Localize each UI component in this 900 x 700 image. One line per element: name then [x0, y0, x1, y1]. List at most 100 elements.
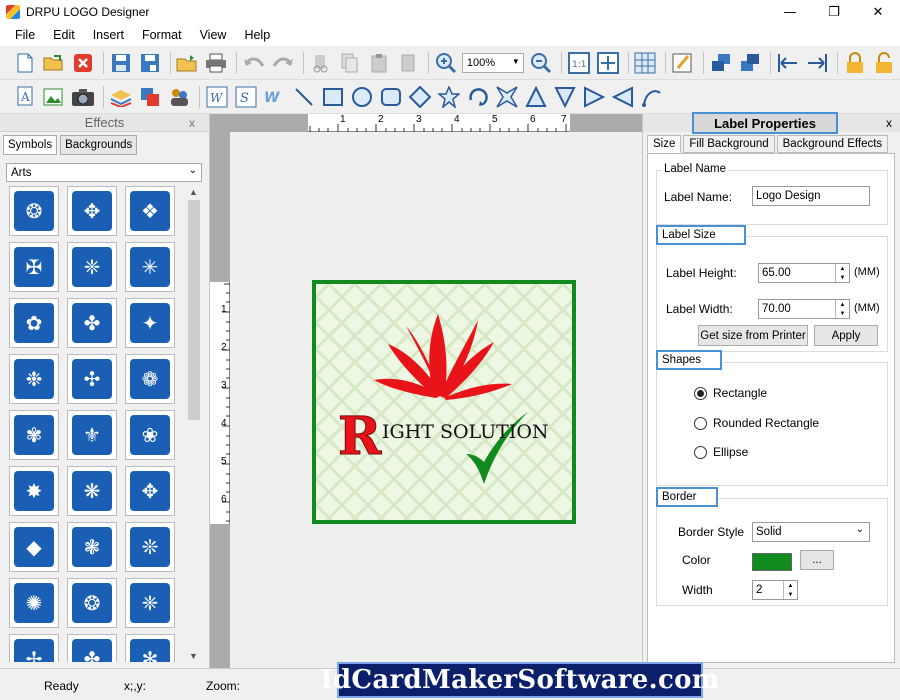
symbol-tile[interactable]: ◆ — [9, 522, 59, 572]
text-tool-icon[interactable]: A — [12, 84, 38, 110]
label-name-input[interactable]: Logo Design — [752, 186, 870, 206]
users-icon[interactable] — [166, 84, 192, 110]
signature-icon[interactable]: S — [233, 84, 259, 110]
symbol-tile[interactable]: ✤ — [67, 634, 117, 662]
close-file-icon[interactable] — [70, 50, 96, 76]
scroll-down-icon[interactable]: ▼ — [189, 651, 198, 661]
send-back-icon[interactable] — [737, 50, 763, 76]
tab-backgrounds[interactable]: Backgrounds — [60, 135, 138, 155]
triangle-right-tool-icon[interactable] — [581, 84, 607, 110]
triangle-tool-icon[interactable] — [523, 84, 549, 110]
menu-view[interactable]: View — [191, 28, 236, 42]
tab-size[interactable]: Size — [647, 135, 682, 153]
diamond-tool-icon[interactable] — [407, 84, 433, 110]
rounded-rect-tool-icon[interactable] — [378, 84, 404, 110]
apply-button[interactable]: Apply — [814, 325, 878, 346]
shapes-library-icon[interactable] — [137, 84, 163, 110]
align-right-icon[interactable] — [804, 50, 830, 76]
unlock-icon[interactable] — [871, 50, 897, 76]
print-icon[interactable] — [204, 50, 230, 76]
tab-background-effects[interactable]: Background Effects — [776, 135, 889, 153]
bring-front-icon[interactable] — [708, 50, 734, 76]
undo-icon[interactable] — [241, 50, 267, 76]
triangle-down-tool-icon[interactable] — [552, 84, 578, 110]
get-size-from-printer-button[interactable]: Get size from Printer — [698, 325, 808, 346]
symbols-scrollbar[interactable]: ▲ ▼ — [186, 186, 202, 662]
symbol-tile[interactable]: ✳ — [125, 242, 175, 292]
scrollbar-thumb[interactable] — [188, 200, 200, 420]
curve-tool-icon[interactable] — [639, 84, 665, 110]
symbol-tile[interactable]: ❀ — [125, 410, 175, 460]
symbol-tile[interactable]: ❈ — [125, 578, 175, 628]
shape-option-ellipse[interactable]: Ellipse — [694, 445, 748, 459]
lock-icon[interactable] — [842, 50, 868, 76]
star-tool-icon[interactable] — [436, 84, 462, 110]
symbol-tile[interactable]: ❁ — [125, 354, 175, 404]
triangle-left-tool-icon[interactable] — [610, 84, 636, 110]
word-art-icon[interactable]: W — [204, 84, 230, 110]
menu-format[interactable]: Format — [133, 28, 191, 42]
symbol-tile[interactable]: ❖ — [125, 186, 175, 236]
cut-icon[interactable] — [308, 50, 334, 76]
burst-tool-icon[interactable] — [494, 84, 520, 110]
export-icon[interactable] — [175, 50, 201, 76]
color-picker-button[interactable]: ... — [800, 550, 834, 570]
symbol-tile[interactable]: ❂ — [67, 578, 117, 628]
rectangle-tool-icon[interactable] — [320, 84, 346, 110]
zoom-select[interactable]: 100% ▼ — [461, 52, 524, 73]
label-height-input[interactable]: 65.00 ▲ ▼ — [758, 263, 850, 283]
save-icon[interactable] — [108, 50, 134, 76]
menu-edit[interactable]: Edit — [44, 28, 84, 42]
symbol-tile[interactable]: ✿ — [9, 298, 59, 348]
grid-icon[interactable] — [633, 50, 659, 76]
scroll-up-icon[interactable]: ▲ — [189, 187, 198, 197]
height-spinner[interactable]: ▲ ▼ — [835, 264, 849, 282]
align-left-icon[interactable] — [775, 50, 801, 76]
arc-tool-icon[interactable] — [465, 84, 491, 110]
symbol-tile[interactable]: ✠ — [9, 242, 59, 292]
category-select[interactable]: Arts ⌄ — [6, 163, 202, 182]
width-spinner[interactable]: ▲ ▼ — [835, 300, 849, 318]
edit-properties-icon[interactable] — [670, 50, 696, 76]
symbol-tile[interactable]: ❃ — [67, 522, 117, 572]
layers-icon[interactable] — [108, 84, 134, 110]
logo-label[interactable]: R IGHT SOLUTION — [312, 280, 576, 524]
symbol-tile[interactable]: ⚜ — [67, 410, 117, 460]
menu-file[interactable]: File — [6, 28, 44, 42]
border-width-spinner[interactable]: ▲ ▼ — [783, 581, 797, 599]
shape-option-rounded-rectangle[interactable]: Rounded Rectangle — [694, 416, 819, 430]
border-color-swatch[interactable] — [752, 553, 792, 571]
tab-fill-background[interactable]: Fill Background — [683, 135, 775, 153]
save-as-icon[interactable] — [137, 50, 163, 76]
border-width-input[interactable]: 2 ▲ ▼ — [752, 580, 798, 600]
fit-to-window-icon[interactable] — [595, 50, 621, 76]
zoom-in-icon[interactable] — [433, 50, 459, 76]
camera-icon[interactable] — [70, 84, 96, 110]
label-width-input[interactable]: 70.00 ▲ ▼ — [758, 299, 850, 319]
image-tool-icon[interactable] — [41, 84, 67, 110]
symbol-tile[interactable]: ❂ — [9, 186, 59, 236]
paste-icon[interactable] — [366, 50, 392, 76]
symbol-tile[interactable]: ✺ — [9, 578, 59, 628]
copy-icon[interactable] — [337, 50, 363, 76]
symbol-tile[interactable]: ✤ — [67, 298, 117, 348]
border-style-select[interactable]: Solid ⌄ — [752, 522, 870, 542]
zoom-out-icon[interactable] — [528, 50, 554, 76]
symbol-tile[interactable]: ✻ — [125, 634, 175, 662]
ellipse-tool-icon[interactable] — [349, 84, 375, 110]
minimize-button[interactable]: — — [768, 0, 812, 24]
symbol-tile[interactable]: ✦ — [125, 298, 175, 348]
symbol-tile[interactable]: ✸ — [9, 466, 59, 516]
symbol-tile[interactable]: ❉ — [9, 354, 59, 404]
line-tool-icon[interactable] — [291, 84, 317, 110]
symbol-tile[interactable]: ✢ — [9, 634, 59, 662]
symbol-tile[interactable]: ✥ — [125, 466, 175, 516]
shape-option-rectangle[interactable]: Rectangle — [694, 386, 767, 400]
actual-size-icon[interactable]: 1:1 — [566, 50, 592, 76]
new-icon[interactable] — [12, 50, 38, 76]
symbol-tile[interactable]: ✥ — [67, 186, 117, 236]
symbol-tile[interactable]: ❈ — [67, 242, 117, 292]
close-button[interactable]: ✕ — [856, 0, 900, 24]
symbol-tile[interactable]: ❋ — [67, 466, 117, 516]
watermark-icon[interactable]: W — [262, 84, 288, 110]
